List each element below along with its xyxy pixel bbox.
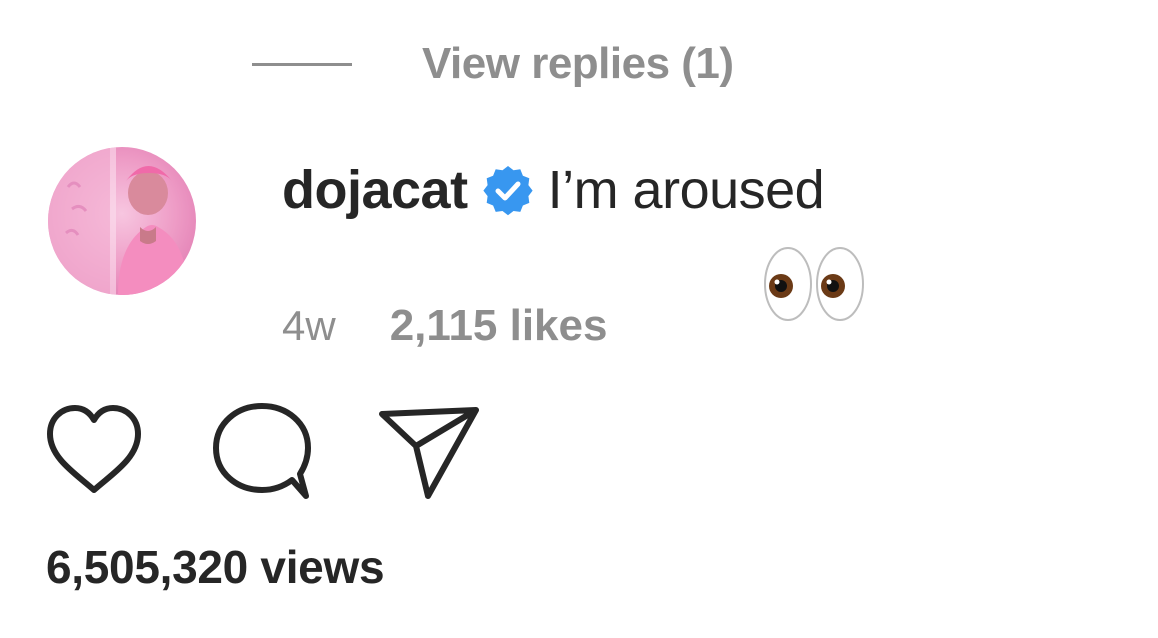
share-button[interactable] bbox=[376, 402, 482, 507]
comment-meta: 4w 2,115 likes bbox=[282, 296, 607, 356]
paper-plane-icon bbox=[379, 407, 479, 499]
eyes-emoji-icon bbox=[764, 247, 864, 321]
replies-divider-line bbox=[252, 62, 352, 66]
comment-likes[interactable]: 2,115 likes bbox=[390, 301, 608, 351]
comment-line: dojacat I’m aroused bbox=[282, 155, 825, 225]
comment-button[interactable] bbox=[208, 402, 318, 507]
avatar-image bbox=[48, 147, 196, 295]
comment-text: I’m aroused bbox=[547, 160, 825, 220]
post-actions bbox=[42, 402, 492, 502]
comment-timestamp[interactable]: 4w bbox=[282, 302, 336, 350]
views-count[interactable]: 6,505,320 views bbox=[46, 540, 385, 594]
like-button[interactable] bbox=[42, 402, 146, 507]
comment-username[interactable]: dojacat bbox=[282, 159, 468, 221]
heart-icon bbox=[47, 405, 141, 493]
eyes-emoji: 👀 bbox=[762, 244, 866, 324]
avatar[interactable] bbox=[48, 147, 196, 295]
view-replies-button[interactable]: View replies (1) bbox=[252, 36, 734, 92]
view-replies-label: View replies (1) bbox=[422, 39, 734, 88]
eyes-emoji-text: 👀 bbox=[866, 244, 867, 245]
comment-bubble-icon bbox=[213, 403, 311, 499]
verified-badge-icon bbox=[482, 164, 534, 216]
